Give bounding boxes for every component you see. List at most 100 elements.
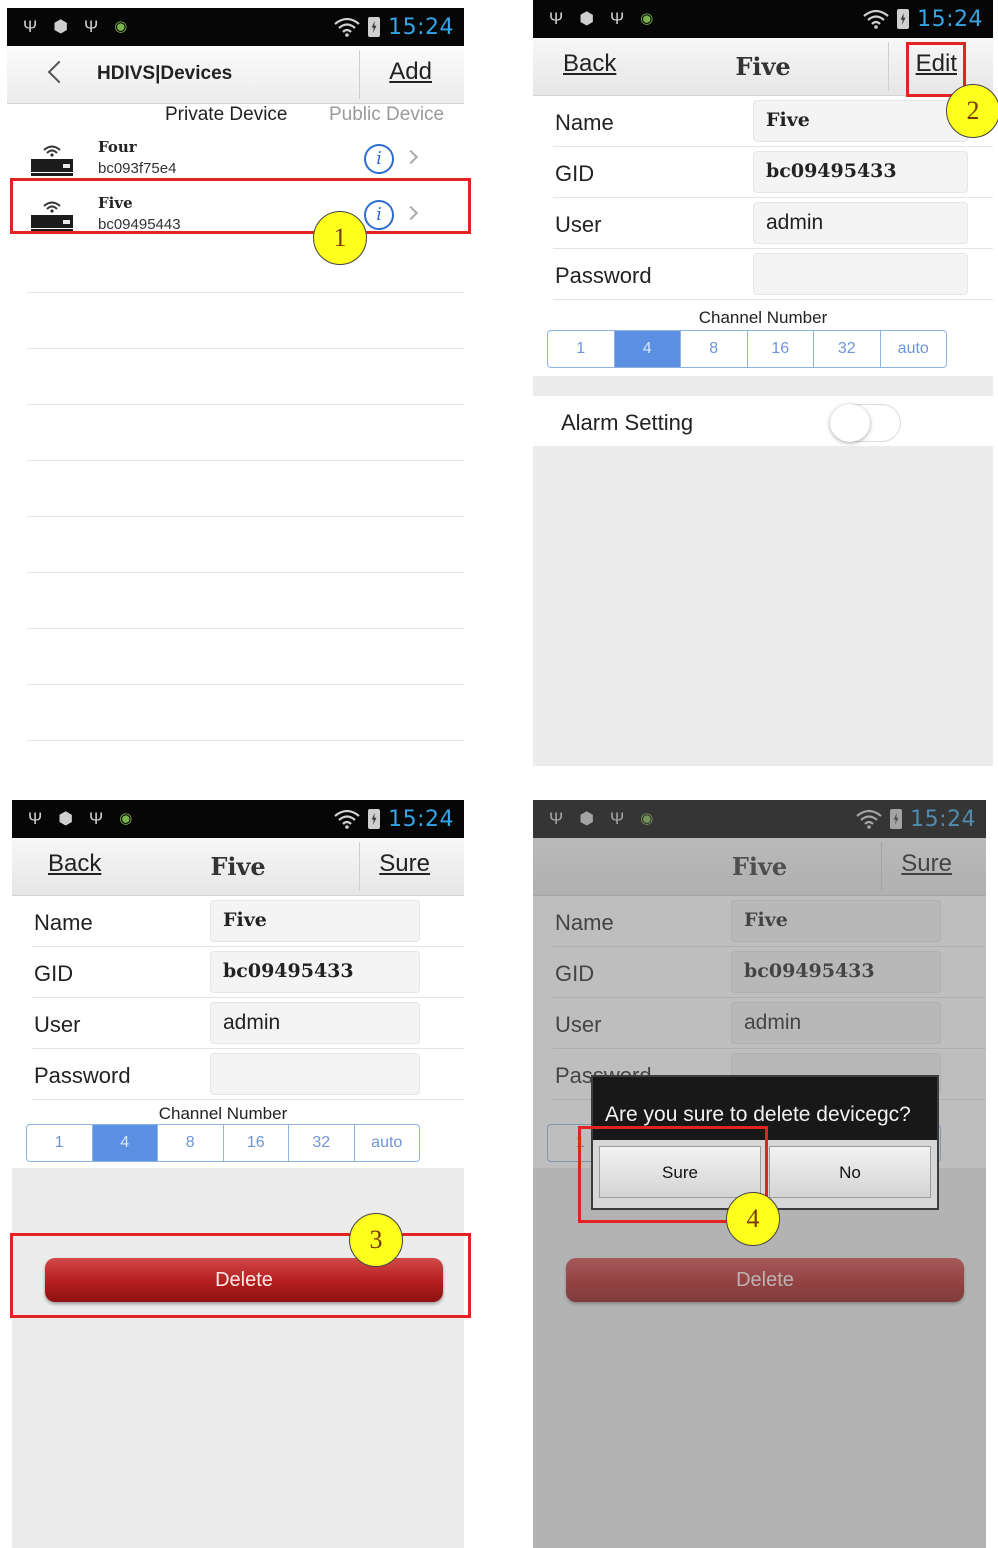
chevron-right-icon [403, 205, 419, 221]
navigation-bar: HDIVS|Devices Add [7, 46, 464, 104]
usb-icon: Ψ [89, 809, 104, 828]
divider [359, 50, 360, 99]
name-field[interactable]: Five [753, 100, 968, 142]
tab-private-device[interactable]: Private Device [165, 104, 288, 126]
list-separator [27, 292, 464, 293]
app-notification-icon: ◉ [640, 10, 654, 27]
user-label: User [555, 212, 602, 237]
gid-label: GID [555, 161, 595, 186]
channel-option-32[interactable]: 32 [814, 331, 881, 367]
android-icon: ⬢ [58, 809, 74, 828]
list-separator [27, 348, 464, 349]
android-icon: ⬢ [53, 17, 69, 36]
status-bar: Ψ ⬢ Ψ ◉ 15:24 [7, 8, 464, 46]
android-icon: ⬢ [579, 9, 595, 28]
password-field[interactable] [210, 1053, 420, 1095]
channel-option-4[interactable]: 4 [92, 1125, 158, 1161]
list-separator [27, 404, 464, 405]
page-title: HDIVS|Devices [97, 63, 233, 84]
channel-option-16[interactable]: 16 [748, 331, 814, 367]
usb-icon: Ψ [549, 9, 564, 28]
device-edit-screen: Ψ ⬢ Ψ ◉ 15:24 Back Five Sure Name Five G… [12, 800, 464, 1548]
dialog-sure-button[interactable]: Sure [599, 1146, 761, 1198]
user-field[interactable]: admin [210, 1002, 420, 1044]
password-row: Password [553, 249, 993, 300]
list-separator [27, 684, 464, 685]
gid-field[interactable]: bc09495433 [753, 151, 968, 193]
delete-confirm-dialog: Are you sure to delete devicegc? Sure No [591, 1075, 939, 1210]
navigation-bar: Back Five Sure [12, 838, 464, 896]
channel-option-16[interactable]: 16 [224, 1125, 289, 1161]
dialog-no-button[interactable]: No [769, 1146, 931, 1198]
user-field[interactable]: admin [753, 202, 968, 244]
password-label: Password [555, 263, 652, 288]
usb-icon: Ψ [28, 809, 43, 828]
notification-icons: Ψ ⬢ Ψ ◉ [549, 9, 653, 29]
channel-number-label: Channel Number [158, 1104, 288, 1123]
channel-option-32[interactable]: 32 [289, 1125, 355, 1161]
tab-public-device[interactable]: Public Device [329, 104, 444, 126]
device-gid: bc09495443 [98, 216, 181, 233]
channel-number-label: Channel Number [698, 308, 828, 327]
back-button[interactable]: Back [563, 50, 616, 78]
alarm-toggle[interactable] [830, 404, 901, 442]
password-label: Password [34, 1063, 131, 1088]
device-name: Five [98, 194, 133, 212]
step-marker-1: 1 [313, 211, 367, 265]
back-chevron-icon[interactable] [47, 60, 71, 84]
sure-button[interactable]: Sure [379, 850, 430, 878]
add-button[interactable]: Add [389, 58, 432, 86]
delete-confirm-screen: Ψ ⬢ Ψ ◉ 15:24 Five Sure Name Five GID bc… [533, 800, 986, 1548]
list-separator [27, 572, 464, 573]
channel-option-1[interactable]: 1 [548, 331, 615, 367]
password-field[interactable] [753, 253, 968, 295]
channel-option-auto[interactable]: auto [881, 331, 947, 367]
device-row-five[interactable]: Five bc09495443 i [23, 190, 444, 246]
info-icon[interactable]: i [364, 144, 394, 174]
battery-icon [897, 9, 910, 29]
device-detail-screen: Ψ ⬢ Ψ ◉ 15:24 Back Five Edit Name Five G… [533, 0, 993, 766]
alarm-setting-label: Alarm Setting [561, 410, 694, 435]
battery-icon [368, 17, 381, 37]
device-name: Four [98, 138, 137, 156]
usb-icon: Ψ [84, 17, 99, 36]
name-field[interactable]: Five [210, 900, 420, 942]
list-separator [27, 460, 464, 461]
step-marker-3: 3 [349, 1213, 403, 1267]
alarm-setting-row: Alarm Setting [533, 396, 993, 446]
usb-icon: Ψ [610, 9, 625, 28]
usb-icon: Ψ [23, 17, 38, 36]
info-icon[interactable]: i [364, 200, 394, 230]
divider [359, 842, 360, 891]
device-gid: bc093f75e4 [98, 160, 177, 177]
user-row: User admin [32, 998, 464, 1049]
channel-selector: 1 4 8 16 32 auto [547, 330, 947, 368]
wifi-icon [334, 809, 360, 829]
clock: 15:24 [388, 806, 454, 832]
user-row: User admin [553, 198, 993, 249]
status-bar: Ψ ⬢ Ψ ◉ 15:24 [12, 800, 464, 838]
channel-option-8[interactable]: 8 [681, 331, 748, 367]
user-label: User [34, 1012, 81, 1037]
notification-icons: Ψ ⬢ Ψ ◉ [23, 17, 127, 37]
app-notification-icon: ◉ [119, 810, 133, 827]
clock: 15:24 [917, 6, 983, 32]
channel-option-auto[interactable]: auto [355, 1125, 420, 1161]
status-bar: Ψ ⬢ Ψ ◉ 15:24 [533, 0, 993, 38]
channel-option-4[interactable]: 4 [614, 331, 681, 367]
device-row-four[interactable]: Four bc093f75e4 i [23, 134, 444, 190]
gid-field[interactable]: bc09495433 [210, 951, 420, 993]
channel-option-1[interactable]: 1 [27, 1125, 93, 1161]
notification-icons: Ψ ⬢ Ψ ◉ [28, 809, 132, 829]
battery-icon [368, 809, 381, 829]
clock: 15:24 [388, 14, 454, 40]
edit-button[interactable]: Edit [916, 50, 957, 78]
divider [888, 42, 889, 91]
chevron-right-icon [403, 149, 419, 165]
dialog-message: Are you sure to delete devicegc? [605, 1103, 911, 1126]
back-button[interactable]: Back [48, 850, 101, 878]
channel-option-8[interactable]: 8 [158, 1125, 224, 1161]
list-separator [27, 740, 464, 741]
navigation-bar: Back Five Edit [533, 38, 993, 96]
wifi-icon [334, 17, 360, 37]
